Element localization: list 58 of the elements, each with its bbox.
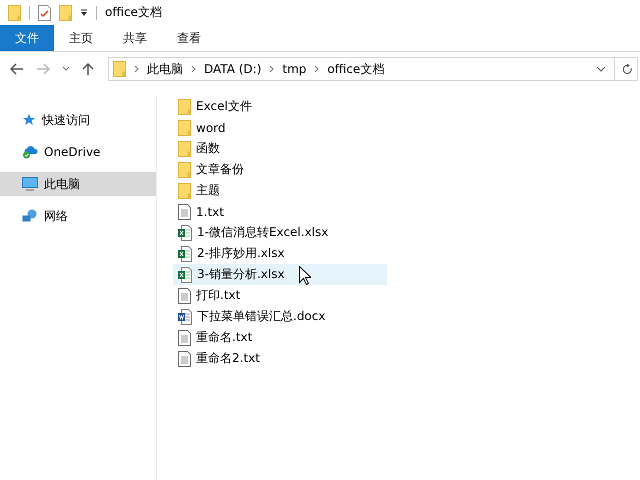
ribbon-tab[interactable]: 共享 bbox=[108, 25, 162, 51]
spreadsheet-file-icon bbox=[178, 224, 192, 240]
folder-icon bbox=[178, 140, 191, 156]
text-file-icon bbox=[178, 288, 191, 304]
breadcrumb-item[interactable]: office文档 bbox=[327, 60, 384, 78]
folder-icon bbox=[178, 120, 191, 136]
folder-icon bbox=[8, 4, 21, 20]
ribbon-tab[interactable]: 查看 bbox=[162, 25, 216, 51]
mouse-cursor-icon bbox=[299, 266, 311, 285]
window-title: office文档 bbox=[105, 4, 162, 21]
file-row[interactable]: 文章备份 bbox=[173, 159, 387, 180]
chevron-down-icon[interactable] bbox=[62, 66, 70, 72]
sidebar-item[interactable]: 网络 bbox=[0, 204, 156, 228]
chevron-right-icon bbox=[269, 65, 274, 73]
file-row[interactable]: 1.txt bbox=[173, 201, 387, 222]
file-row[interactable]: 2-排序妙用.xlsx bbox=[173, 243, 387, 264]
file-row[interactable]: word bbox=[173, 117, 387, 138]
new-folder-icon bbox=[59, 4, 72, 20]
spreadsheet-file-icon bbox=[178, 266, 192, 282]
breadcrumb-item[interactable]: 此电脑 bbox=[147, 60, 183, 78]
network-icon bbox=[22, 209, 38, 223]
file-row[interactable]: 下拉菜单错误汇总.docx bbox=[173, 306, 387, 327]
file-row[interactable]: 重命名.txt bbox=[173, 327, 387, 348]
sidebar-item[interactable]: 快速访问 bbox=[0, 108, 156, 132]
file-row[interactable]: Excel文件 bbox=[173, 96, 387, 117]
breadcrumb-item[interactable]: DATA (D:) bbox=[204, 62, 262, 76]
breadcrumb-item[interactable]: tmp bbox=[282, 62, 306, 76]
file-row[interactable]: 1-微信消息转Excel.xlsx bbox=[173, 222, 387, 243]
dropdown-icon[interactable] bbox=[80, 8, 88, 16]
file-row[interactable]: 函数 bbox=[173, 138, 387, 159]
text-file-icon bbox=[178, 330, 191, 346]
sidebar-item[interactable]: OneDrive bbox=[0, 140, 156, 164]
cloud-icon bbox=[22, 145, 38, 159]
text-file-icon bbox=[178, 350, 191, 366]
back-arrow-icon[interactable] bbox=[10, 63, 24, 75]
star-icon bbox=[22, 113, 36, 127]
text-file-icon bbox=[178, 204, 191, 220]
computer-icon bbox=[22, 177, 38, 191]
chevron-down-icon[interactable] bbox=[596, 66, 606, 72]
sidebar-item[interactable]: 此电脑 bbox=[0, 172, 156, 196]
folder-icon bbox=[113, 61, 126, 77]
up-arrow-icon[interactable] bbox=[82, 62, 94, 76]
chevron-right-icon bbox=[191, 65, 196, 73]
folder-icon bbox=[178, 98, 191, 114]
document-file-icon bbox=[178, 308, 192, 324]
file-row[interactable]: 3-销量分析.xlsx bbox=[173, 264, 387, 285]
folder-icon bbox=[178, 162, 191, 178]
file-row[interactable]: 打印.txt bbox=[173, 285, 387, 306]
file-row[interactable]: 主题 bbox=[173, 180, 387, 201]
chevron-right-icon bbox=[314, 65, 320, 73]
address-bar[interactable]: 此电脑 DATA (D:) tmp office文档 bbox=[108, 57, 638, 81]
file-row[interactable]: 重命名2.txt bbox=[173, 348, 387, 369]
refresh-icon[interactable] bbox=[623, 63, 633, 75]
folder-icon bbox=[178, 182, 191, 198]
ribbon-tab[interactable]: 主页 bbox=[54, 25, 108, 51]
properties-icon[interactable] bbox=[38, 4, 51, 20]
spreadsheet-file-icon bbox=[178, 246, 192, 262]
chevron-right-icon bbox=[134, 65, 139, 73]
